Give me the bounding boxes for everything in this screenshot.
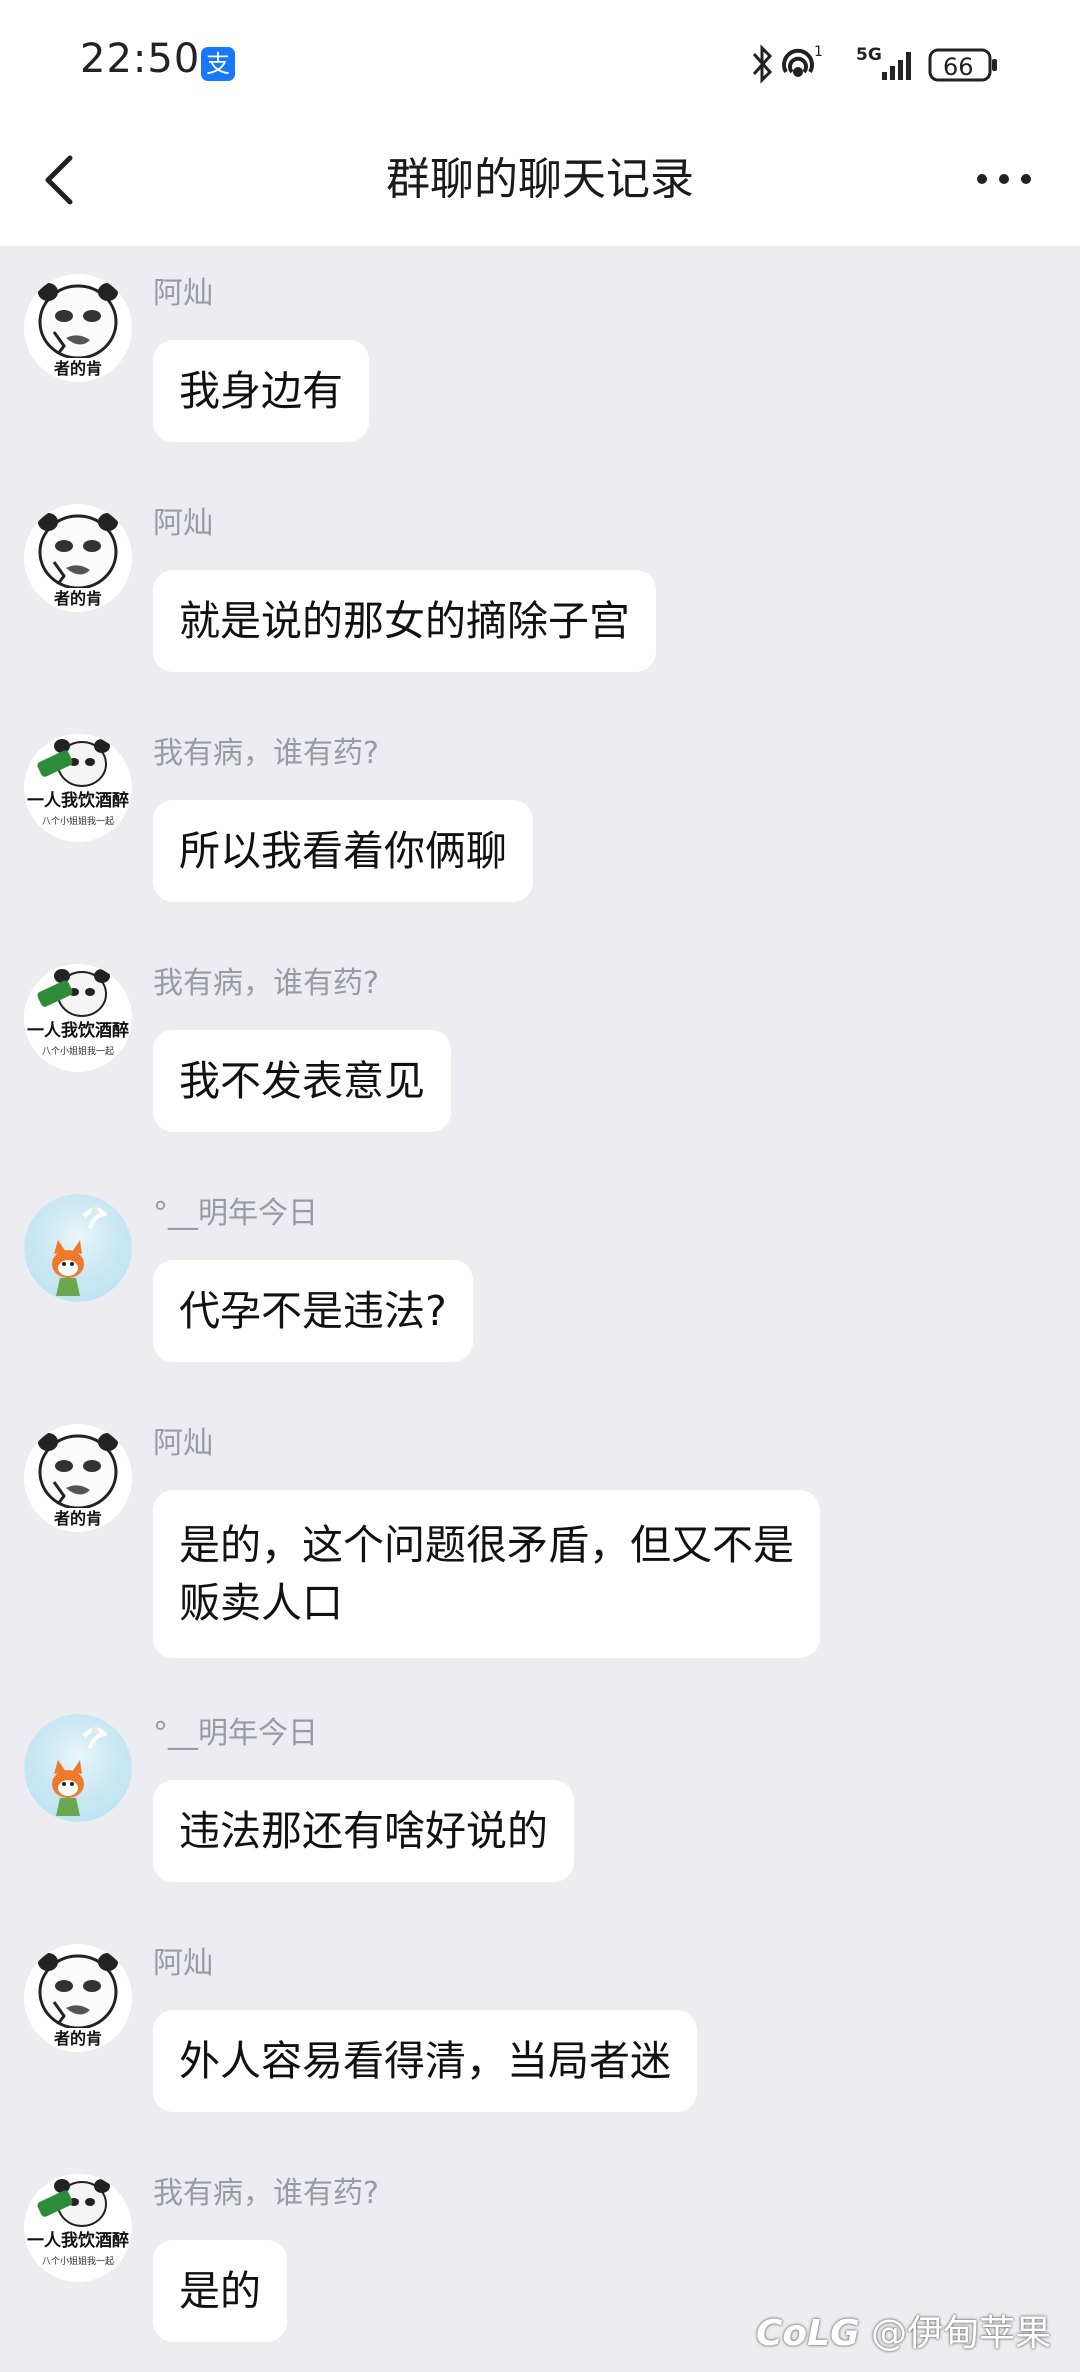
drinking-panda-avatar[interactable] [24, 734, 132, 842]
watermark-logo: CoLG [756, 2313, 860, 2354]
battery-icon: 66 [928, 48, 997, 82]
sender-name: 我有病，谁有药? [153, 736, 379, 771]
sender-name: 阿灿 [153, 276, 213, 311]
status-bar: 22:50 支 1 5G 66 [0, 0, 1080, 126]
sim-number: 1 [814, 44, 823, 60]
panda-meme-avatar[interactable] [24, 274, 132, 382]
signal-icon [882, 52, 911, 80]
panda-meme-avatar[interactable] [24, 1944, 132, 2052]
sender-name: °__明年今日 [153, 1716, 318, 1751]
message-bubble[interactable]: 外人容易看得清，当局者迷 [153, 2010, 697, 2112]
status-icons: 1 5G 66 [752, 44, 997, 84]
message-bubble[interactable]: 所以我看着你俩聊 [153, 800, 533, 902]
panda-meme-avatar[interactable] [24, 504, 132, 612]
message-bubble[interactable]: 代孕不是违法? [153, 1260, 473, 1362]
more-dots-icon [977, 174, 1031, 184]
status-time: 22:50 [80, 36, 201, 82]
more-options-button[interactable] [976, 164, 1032, 194]
sender-name: 我有病，谁有药? [153, 2176, 379, 2211]
drinking-panda-avatar[interactable] [24, 2174, 132, 2282]
fox-girl-avatar[interactable] [24, 1194, 132, 1302]
message-bubble[interactable]: 就是说的那女的摘除子宫 [153, 570, 656, 672]
alipay-notification-icon: 支 [201, 47, 235, 81]
message-bubble[interactable]: 违法那还有啥好说的 [153, 1780, 574, 1882]
sender-name: 阿灿 [153, 1946, 213, 1981]
sender-name: °__明年今日 [153, 1196, 318, 1231]
message-bubble[interactable]: 我不发表意见 [153, 1030, 451, 1132]
page-title: 群聊的聊天记录 [386, 154, 694, 205]
watermark: CoLG @伊甸苹果 [756, 2304, 1051, 2356]
message-bubble[interactable]: 是的，这个问题很矛盾，但又不是 贩卖人口 [153, 1490, 820, 1658]
message-bubble[interactable]: 是的 [153, 2240, 287, 2342]
message-bubble[interactable]: 我身边有 [153, 340, 369, 442]
hotspot-icon [782, 48, 814, 77]
drinking-panda-avatar[interactable] [24, 964, 132, 1072]
watermark-text: @伊甸苹果 [871, 2313, 1052, 2354]
sender-name: 我有病，谁有药? [153, 966, 379, 1001]
sender-name: 阿灿 [153, 506, 213, 541]
panda-meme-avatar[interactable] [24, 1424, 132, 1532]
network-type: 5G [856, 45, 882, 65]
sender-name: 阿灿 [153, 1426, 213, 1461]
battery-level: 66 [943, 53, 974, 81]
fox-girl-avatar[interactable] [24, 1714, 132, 1822]
bluetooth-icon [752, 44, 773, 84]
